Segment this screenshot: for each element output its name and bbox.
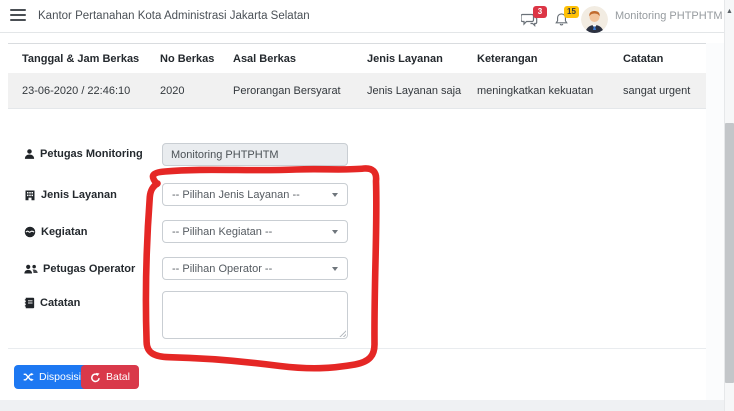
building-icon bbox=[24, 189, 36, 201]
chevron-down-icon bbox=[332, 193, 338, 197]
users-icon bbox=[24, 263, 38, 275]
notifications-count-badge: 15 bbox=[564, 6, 579, 18]
col-header-jenis-layanan: Jenis Layanan bbox=[353, 44, 463, 73]
kegiatan-select[interactable]: -- Pilihan Kegiatan -- bbox=[162, 220, 348, 243]
section-divider bbox=[8, 348, 706, 349]
undo-icon bbox=[90, 372, 101, 383]
table-row[interactable]: 23-06-2020 / 22:46:10 2020 Perorangan Be… bbox=[8, 73, 706, 109]
chevron-down-icon bbox=[332, 230, 338, 234]
messages-count-badge: 3 bbox=[533, 6, 547, 18]
petugas-operator-select[interactable]: -- Pilihan Operator -- bbox=[162, 257, 348, 280]
jenis-layanan-select-value: -- Pilihan Jenis Layanan -- bbox=[172, 189, 300, 201]
topbar-username[interactable]: Monitoring PHTPHTM bbox=[615, 0, 723, 32]
petugas-operator-select-value: -- Pilihan Operator -- bbox=[172, 263, 272, 275]
handshake-circle-icon bbox=[24, 226, 36, 238]
hamburger-menu-icon[interactable] bbox=[10, 9, 26, 23]
jenis-layanan-select[interactable]: -- Pilihan Jenis Layanan -- bbox=[162, 183, 348, 206]
col-header-asal-berkas: Asal Berkas bbox=[219, 44, 353, 73]
label-petugas-operator: Petugas Operator bbox=[24, 262, 135, 276]
cell-jenis-layanan: Jenis Layanan saja bbox=[353, 73, 463, 108]
scroll-up-arrow-icon[interactable]: ▲ bbox=[725, 8, 734, 15]
content-right-gap bbox=[706, 43, 724, 400]
cell-keterangan: meningkatkan kekuatan bbox=[463, 73, 609, 108]
scrollbar-thumb[interactable] bbox=[725, 123, 734, 383]
topbar: Kantor Pertanahan Kota Administrasi Jaka… bbox=[0, 0, 724, 33]
app-title: Kantor Pertanahan Kota Administrasi Jaka… bbox=[38, 0, 310, 32]
cell-no-berkas: 2020 bbox=[146, 73, 219, 108]
catatan-textarea-wrap bbox=[162, 291, 348, 339]
avatar[interactable] bbox=[581, 6, 608, 33]
label-petugas-monitoring: Petugas Monitoring bbox=[24, 147, 143, 161]
batal-button[interactable]: Batal bbox=[81, 365, 139, 389]
book-icon bbox=[24, 297, 35, 309]
cell-catatan: sangat urgent bbox=[609, 73, 706, 108]
footer-strip bbox=[0, 400, 724, 411]
chevron-down-icon bbox=[332, 267, 338, 271]
berkas-table-header: Tanggal & Jam Berkas No Berkas Asal Berk… bbox=[8, 43, 706, 74]
kegiatan-select-value: -- Pilihan Kegiatan -- bbox=[172, 226, 272, 238]
col-header-catatan: Catatan bbox=[609, 44, 706, 73]
catatan-textarea[interactable] bbox=[162, 291, 348, 339]
cell-asal-berkas: Perorangan Bersyarat bbox=[219, 73, 353, 108]
shuffle-icon bbox=[23, 372, 34, 382]
col-header-no-berkas: No Berkas bbox=[146, 44, 219, 73]
label-kegiatan: Kegiatan bbox=[24, 225, 87, 239]
cell-tanggal: 23-06-2020 / 22:46:10 bbox=[8, 73, 146, 108]
petugas-monitoring-input[interactable] bbox=[162, 143, 348, 166]
disposisi-button[interactable]: Disposisi bbox=[14, 365, 90, 389]
col-header-keterangan: Keterangan bbox=[463, 44, 609, 73]
user-icon bbox=[24, 148, 35, 160]
col-header-tanggal: Tanggal & Jam Berkas bbox=[8, 44, 146, 73]
label-jenis-layanan: Jenis Layanan bbox=[24, 188, 117, 202]
label-catatan: Catatan bbox=[24, 296, 80, 310]
